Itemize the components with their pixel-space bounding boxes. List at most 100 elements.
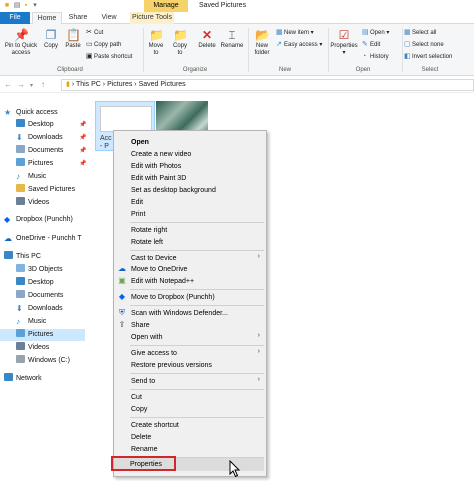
title-bar: ■ ▤ ▪ ▾ Manage Saved Pictures	[0, 0, 474, 12]
menu-share[interactable]: Share	[131, 320, 150, 331]
scissors-icon: ✂	[86, 29, 92, 36]
nav-desktop[interactable]: Desktop	[16, 119, 54, 131]
nav-saved-pictures[interactable]: Saved Pictures	[16, 184, 75, 196]
nav-pc-downloads[interactable]: ⬇ Downloads	[16, 303, 63, 315]
rename-button[interactable]: ⌶ Rename	[219, 28, 245, 50]
nav-3d-objects[interactable]: 3D Objects	[16, 264, 63, 276]
menu-rotate-right[interactable]: Rotate right	[131, 225, 167, 236]
menu-move-dropbox[interactable]: Move to Dropbox (Punchh)	[131, 292, 215, 303]
pin-icon[interactable]: 📌	[79, 134, 86, 141]
nav-pictures[interactable]: Pictures	[16, 158, 53, 170]
nav-pc-desktop[interactable]: Desktop	[16, 277, 54, 289]
nav-this-pc[interactable]: This PC	[4, 251, 41, 263]
back-arrow-icon[interactable]: ←	[4, 80, 12, 89]
recent-locations-icon[interactable]: ▾	[30, 82, 33, 89]
tab-view[interactable]: View	[96, 12, 122, 24]
quick-access-dropdown-icon[interactable]: ▾	[31, 2, 39, 10]
paste-button[interactable]: 📋 Paste	[62, 28, 84, 50]
nav-pc-pictures[interactable]: Pictures	[0, 329, 85, 341]
copy-to-button[interactable]: 📁 Copy to	[170, 28, 190, 57]
menu-restore-versions[interactable]: Restore previous versions	[131, 360, 212, 371]
nav-windows-c[interactable]: Windows (C:)	[16, 355, 70, 367]
properties-quick-icon[interactable]: ▤	[13, 2, 21, 10]
menu-copy[interactable]: Copy	[131, 404, 147, 415]
menu-cast-to-device[interactable]: Cast to Device	[131, 253, 177, 264]
address-folder-icon: ▮	[66, 81, 70, 88]
tab-home[interactable]: Home	[32, 12, 62, 24]
pin-icon[interactable]: 📌	[79, 160, 86, 167]
menu-separator	[130, 389, 264, 390]
nav-dropbox[interactable]: ◆ Dropbox (Punchh)	[4, 214, 73, 226]
open-group-label: Open	[355, 67, 371, 73]
pin-icon[interactable]: 📌	[79, 121, 86, 128]
new-folder-quick-icon[interactable]: ▪	[22, 2, 30, 10]
cut-button[interactable]: ✂ Cut	[86, 29, 103, 37]
nav-pc-videos[interactable]: Videos	[16, 342, 49, 354]
nav-videos[interactable]: Videos	[16, 197, 49, 209]
select-none-icon: ▢	[404, 41, 411, 48]
menu-set-background[interactable]: Set as desktop background	[131, 185, 216, 196]
dropbox-icon: ◆	[4, 215, 11, 224]
pin-quick-access-button[interactable]: 📌 Pin to Quick access	[2, 28, 40, 57]
tab-file[interactable]: File	[0, 12, 30, 24]
menu-move-onedrive[interactable]: Move to OneDrive	[131, 264, 187, 275]
menu-give-access[interactable]: Give access to	[131, 348, 177, 359]
address-path-input[interactable]: ▮ › This PC › Pictures › Saved Pictures	[61, 79, 474, 91]
forward-arrow-icon[interactable]: →	[17, 80, 25, 89]
open-button[interactable]: ▤Open ▾	[362, 29, 389, 37]
up-arrow-icon[interactable]: ↑	[41, 80, 45, 89]
folder-icon: ■	[4, 2, 10, 9]
copy-path-icon: ▭	[86, 41, 93, 48]
invert-selection-button[interactable]: ◧Invert selection	[404, 53, 452, 61]
menu-open[interactable]: Open	[131, 137, 149, 148]
menu-cut[interactable]: Cut	[131, 392, 142, 403]
new-folder-button[interactable]: 📂 New folder	[250, 28, 274, 57]
nav-network[interactable]: Network	[4, 373, 42, 385]
select-none-button[interactable]: ▢Select none	[404, 41, 444, 49]
thumbnail-preview	[100, 106, 152, 132]
nav-quick-access[interactable]: ★ Quick access	[4, 107, 58, 119]
select-all-button[interactable]: ▦Select all	[404, 29, 436, 37]
nav-onedrive[interactable]: ☁ OneDrive - Punchh T	[4, 233, 82, 245]
menu-create-video[interactable]: Create a new video	[131, 149, 191, 160]
properties-button[interactable]: ☑ Properties ▾	[330, 28, 358, 57]
easy-access-button[interactable]: ↗ Easy access ▾	[276, 41, 322, 49]
submenu-arrow-icon: ›	[257, 348, 260, 355]
paste-shortcut-button[interactable]: ▣Paste shortcut	[86, 53, 132, 61]
menu-rename[interactable]: Rename	[131, 444, 157, 455]
manage-context-tab[interactable]: Manage	[144, 0, 188, 12]
menu-print[interactable]: Print	[131, 209, 145, 220]
copy-button[interactable]: ❐ Copy	[40, 28, 62, 50]
nav-music[interactable]: ♪ Music	[16, 171, 46, 183]
menu-send-to[interactable]: Send to	[131, 376, 155, 387]
menu-separator	[130, 417, 264, 418]
nav-pc-documents[interactable]: Documents	[16, 290, 63, 302]
move-to-button[interactable]: 📁 Move to	[146, 28, 166, 57]
ribbon-divider	[248, 28, 249, 72]
history-button[interactable]: ◔ History	[362, 53, 389, 61]
menu-open-with[interactable]: Open with	[131, 332, 163, 343]
documents-icon	[16, 290, 25, 298]
onedrive-cloud-icon: ☁	[118, 264, 126, 273]
menu-delete[interactable]: Delete	[131, 432, 151, 443]
tab-picture-tools[interactable]: Picture Tools	[130, 12, 174, 24]
menu-rotate-left[interactable]: Rotate left	[131, 237, 163, 248]
tab-share[interactable]: Share	[64, 12, 92, 24]
menu-edit-photos[interactable]: Edit with Photos	[131, 161, 181, 172]
copy-path-button[interactable]: ▭Copy path	[86, 41, 121, 49]
star-icon: ★	[4, 108, 12, 117]
menu-edit-paint3d[interactable]: Edit with Paint 3D	[131, 173, 186, 184]
nav-downloads[interactable]: ⬇ Downloads	[16, 132, 63, 144]
menu-edit[interactable]: Edit	[131, 197, 143, 208]
edit-button[interactable]: ✎ Edit	[362, 41, 380, 49]
new-item-button[interactable]: ▦New item ▾	[276, 29, 314, 37]
menu-create-shortcut[interactable]: Create shortcut	[131, 420, 179, 431]
nav-pc-music[interactable]: ♪ Music	[16, 316, 46, 328]
pin-icon[interactable]: 📌	[79, 147, 86, 154]
delete-button[interactable]: ✕ Delete	[196, 28, 218, 50]
nav-documents[interactable]: Documents	[16, 145, 63, 157]
menu-scan-defender[interactable]: Scan with Windows Defender...	[131, 308, 228, 319]
notepad-plus-icon: ▣	[118, 276, 126, 285]
menu-edit-notepad[interactable]: Edit with Notepad++	[131, 276, 194, 287]
organize-group-label: Organize	[182, 67, 208, 73]
